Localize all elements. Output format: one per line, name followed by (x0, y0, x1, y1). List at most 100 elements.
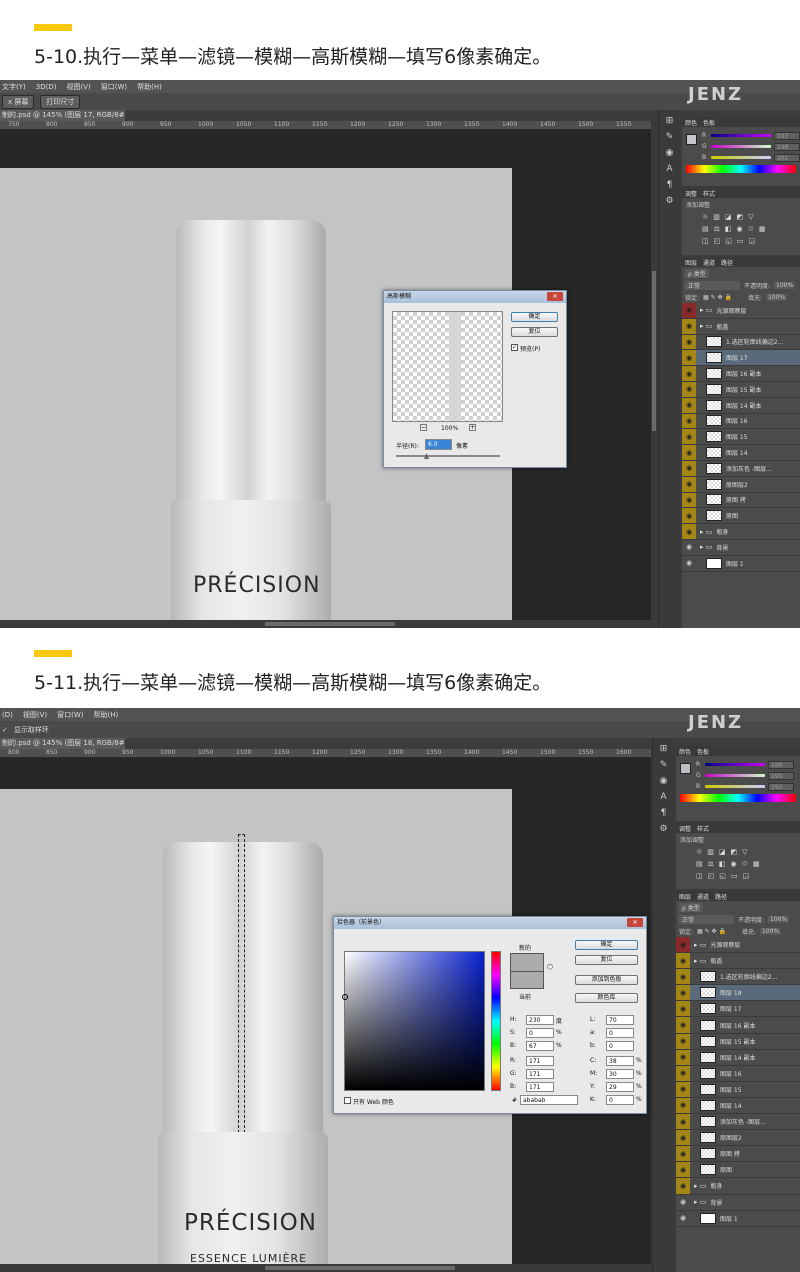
curves-icon[interactable]: ◪ (719, 848, 726, 856)
cube-icon[interactable]: ⬡ (547, 963, 553, 971)
lab-radio-label[interactable]: a: (590, 1029, 596, 1036)
opacity-value[interactable]: 100% (774, 281, 796, 289)
red-track[interactable] (711, 134, 771, 137)
hsb-radio-label[interactable]: B: (510, 1042, 516, 1049)
mixer-icon[interactable]: ♲ (748, 225, 754, 233)
canvas-area[interactable]: PRÉCISION 高斯模糊 ✕ 确定 复位 ✓ 预览(P) − 100% + … (0, 130, 655, 620)
tab-paths[interactable]: 路径 (715, 892, 727, 901)
folder-icon[interactable]: ▸ ▭ (694, 957, 706, 965)
tab-layers[interactable]: 图层 (679, 892, 691, 901)
balance-icon[interactable]: ⚖ (708, 860, 714, 868)
visibility-eye-icon[interactable]: ◉ (682, 539, 696, 555)
visibility-eye-icon[interactable]: ◉ (682, 318, 696, 334)
visibility-eye-icon[interactable]: ◉ (682, 460, 696, 476)
rgb-value-input[interactable]: 171 (526, 1056, 554, 1066)
visibility-eye-icon[interactable]: ◉ (682, 555, 696, 571)
levels-icon[interactable]: ▥ (713, 213, 720, 221)
visibility-eye-icon[interactable]: ◉ (682, 508, 696, 524)
layer-row[interactable]: ◉ ▸ ▭ 背景 (682, 539, 800, 556)
visibility-eye-icon[interactable]: ◉ (676, 1033, 690, 1049)
vibrance-icon[interactable]: ▽ (742, 848, 747, 856)
menu-item[interactable]: (D) (2, 711, 13, 719)
folder-icon[interactable]: ▸ ▭ (700, 543, 712, 551)
radius-input[interactable]: 6.0 (425, 439, 452, 450)
green-track[interactable] (705, 774, 765, 777)
menu-item[interactable]: 视图(V) (66, 82, 90, 92)
reset-button[interactable]: 复位 (575, 955, 638, 965)
cmyk-radio-label[interactable]: C: (590, 1057, 596, 1064)
history-icon[interactable]: ⊞ (653, 744, 674, 754)
layer-kind-select[interactable]: ρ 类型 (679, 902, 703, 912)
visibility-eye-icon[interactable]: ◉ (676, 1162, 690, 1178)
brush-icon[interactable]: ✎ (653, 760, 674, 770)
color-spectrum[interactable] (686, 165, 796, 173)
color-spectrum[interactable] (680, 794, 796, 802)
foreground-swatch[interactable] (680, 763, 691, 774)
visibility-eye-icon[interactable]: ◉ (682, 429, 696, 445)
layer-row[interactable]: ◉ 图层 17 (682, 350, 800, 367)
layer-row[interactable]: ◉ 图层 16 (682, 413, 800, 430)
tab-layers[interactable]: 图层 (685, 258, 697, 267)
menu-item[interactable]: 3D(D) (36, 83, 57, 91)
hue-slider[interactable] (491, 951, 501, 1091)
lock-icons[interactable]: ▦ ✎ ✥ 🔒 (703, 294, 732, 301)
layer-row[interactable]: ◉ 添加灰色 -图层... (676, 1114, 800, 1131)
visibility-eye-icon[interactable]: ◉ (676, 969, 690, 985)
visibility-eye-icon[interactable]: ◉ (682, 366, 696, 381)
tab-swatches[interactable]: 色板 (697, 747, 709, 756)
layer-row[interactable]: ◉ 图层 14 副本 (682, 397, 800, 414)
layer-row[interactable]: ◉ 原图层2 (682, 476, 800, 493)
scroll-thumb[interactable] (652, 271, 656, 431)
menu-item[interactable]: 视图(V) (23, 710, 47, 720)
horizontal-scrollbar[interactable] (0, 1264, 655, 1272)
threshold-icon[interactable]: ◱ (725, 237, 732, 245)
folder-icon[interactable]: ▸ ▭ (700, 322, 712, 330)
layer-row[interactable]: ◉ 图层 18 (676, 985, 800, 1002)
layer-row[interactable]: ◉ ▸ ▭ 瓶身 (682, 524, 800, 540)
tab-channels[interactable]: 通道 (703, 258, 715, 267)
vibrance-icon[interactable]: ▽ (748, 213, 753, 221)
cmyk-value-input[interactable]: 30 (606, 1069, 634, 1079)
layer-row[interactable]: ◉ ▸ ▭ 背景 (676, 1194, 800, 1211)
visibility-eye-icon[interactable]: ◉ (682, 303, 696, 318)
layer-row[interactable]: ◉ 图层 15 (682, 429, 800, 446)
tab-color[interactable]: 颜色 (685, 118, 697, 127)
vertical-scrollbar[interactable] (651, 121, 657, 620)
layer-row[interactable]: ◉ 原图 拷 (676, 1146, 800, 1163)
hsb-radio-label[interactable]: H: (510, 1016, 517, 1023)
lookup-icon[interactable]: ▦ (753, 860, 760, 868)
scroll-thumb[interactable] (265, 1266, 455, 1270)
print-size-button[interactable]: 打印尺寸 (40, 94, 81, 109)
blue-track[interactable] (711, 156, 771, 159)
web-only-checkbox[interactable] (344, 1097, 351, 1104)
hue-icon[interactable]: ▤ (696, 860, 703, 868)
tab-adjustments[interactable]: 调整 (685, 189, 697, 198)
lab-radio-label[interactable]: b: (590, 1042, 596, 1049)
visibility-eye-icon[interactable]: ◉ (676, 1194, 690, 1210)
fill-value[interactable]: 100% (765, 293, 788, 301)
layer-kind-select[interactable]: ρ 类型 (685, 268, 709, 278)
blue-value[interactable]: 201 (774, 153, 800, 162)
ok-button[interactable]: 确定 (575, 940, 638, 950)
visibility-eye-icon[interactable]: ◉ (676, 1178, 690, 1194)
cmyk-radio-label[interactable]: Y: (590, 1083, 595, 1090)
hue-icon[interactable]: ▤ (702, 225, 709, 233)
preview-pane[interactable] (392, 311, 503, 422)
menu-item[interactable]: 窗口(W) (101, 82, 127, 92)
reset-button[interactable]: 复位 (511, 327, 558, 337)
rgb-radio-label[interactable]: G: (510, 1070, 517, 1077)
levels-icon[interactable]: ▥ (707, 848, 714, 856)
tab-color[interactable]: 颜色 (679, 747, 691, 756)
visibility-eye-icon[interactable]: ◉ (676, 1130, 690, 1146)
visibility-eye-icon[interactable]: ◉ (682, 413, 696, 429)
menu-item[interactable]: 帮助(H) (94, 710, 119, 720)
layer-row[interactable]: ◉ ▸ ▭ 瓶盖 (676, 953, 800, 970)
layer-row[interactable]: ◉ ▸ ▭ 瓶盖 (682, 318, 800, 335)
color-field[interactable] (342, 951, 485, 1091)
exposure-icon[interactable]: ◩ (731, 848, 738, 856)
green-track[interactable] (711, 145, 771, 148)
layer-row[interactable]: ◉ 图层 16 副本 (682, 366, 800, 382)
fill-screen-button[interactable]: x 屏幕 (2, 94, 35, 109)
show-ring-checkbox[interactable]: ✓ (2, 726, 8, 734)
layer-row[interactable]: ◉ 1.选区轮廓线偏边2... (676, 969, 800, 986)
